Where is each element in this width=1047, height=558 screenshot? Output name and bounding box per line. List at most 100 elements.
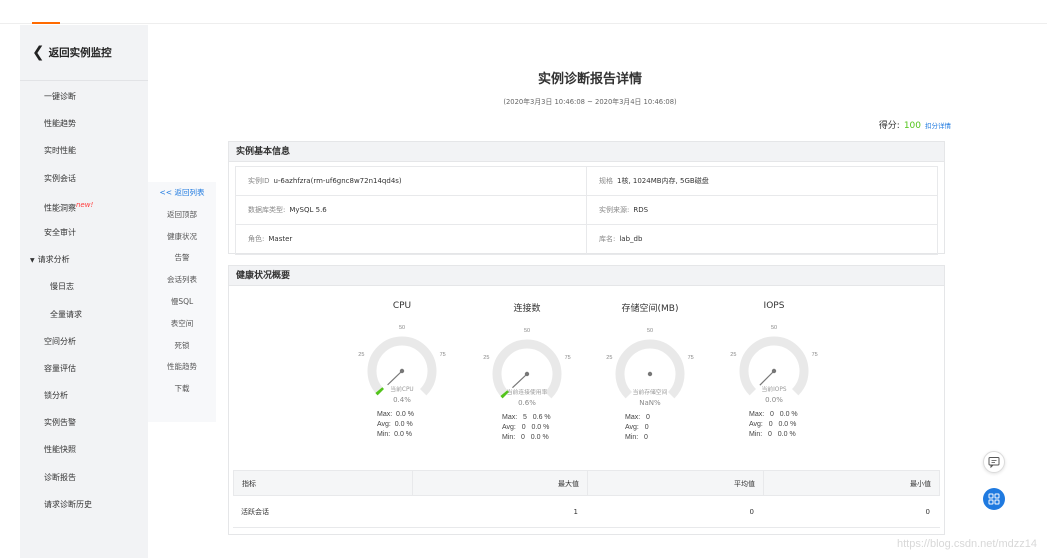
sidebar-item-performance-trend[interactable]: 性能趋势 xyxy=(20,110,148,137)
anchor-tablespace[interactable]: 表空间 xyxy=(148,313,216,335)
sidebar-item-space-analysis[interactable]: 空间分析 xyxy=(20,328,148,355)
gauge-inner-label: 当前存储空间 xyxy=(633,388,668,396)
sidebar-item-realtime-performance[interactable]: 实时性能 xyxy=(20,137,148,164)
gauge-track xyxy=(739,336,809,396)
sidebar-item-label: 请求诊断历史 xyxy=(44,499,92,509)
gauge-max: Max: 0 0.0 % xyxy=(749,411,798,418)
sidebar-item-instance-alerts[interactable]: 实例告警 xyxy=(20,409,148,436)
apps-button[interactable] xyxy=(983,488,1005,510)
sidebar-item-performance-insight[interactable]: 性能洞察new! xyxy=(20,192,148,219)
sidebar-item-slow-log[interactable]: 慢日志 xyxy=(20,273,148,300)
gauge-iops: IOPS 0255075100当前IOPS 0.0% Max: 0 0.0 %A… xyxy=(719,287,829,440)
gauge-tick-label: 50 xyxy=(771,325,777,331)
gauge-row: CPU 0255075100当前CPU 0.4% Max: 0.0 %Avg: … xyxy=(229,287,944,463)
sidebar-item-capacity-assessment[interactable]: 容量评估 xyxy=(20,355,148,382)
sidebar-item-label: 锁分析 xyxy=(44,391,68,401)
sidebar-item-label: 性能趋势 xyxy=(44,119,76,129)
gauge-tick-label: 25 xyxy=(483,355,489,361)
anchor-back-to-list[interactable]: << 返回列表 xyxy=(148,182,216,204)
back-to-monitor-button[interactable]: ❮ 返回实例监控 xyxy=(20,25,148,81)
info-value: u-6azhfzra(rm-uf6gnc8w72n14qd4s) xyxy=(273,177,402,185)
info-value: Master xyxy=(268,235,293,243)
sidebar-item-label: 性能快照 xyxy=(44,445,76,455)
sidebar-item-full-requests[interactable]: 全量请求 xyxy=(20,301,148,328)
info-row: 角色: Master 库名: lab_db xyxy=(236,225,937,254)
gauge-cpu: CPU 0255075100当前CPU 0.4% Max: 0.0 %Avg: … xyxy=(347,287,457,440)
report-time-range: (2020年3月3日 10:46:08 ~ 2020年3月4日 10:46:08… xyxy=(503,98,677,106)
gauge-tick-label: 25 xyxy=(730,352,736,358)
sidebar-item-label: 一键诊断 xyxy=(44,92,76,101)
cell-min: 0 xyxy=(925,508,930,516)
gauge-title: 存储空间(MB) xyxy=(621,304,679,314)
info-cell-spec: 规格 1核, 1024MB内存, 5GB磁盘 xyxy=(586,167,937,195)
gauge-stats: Max: 0 0.0 % Avg: 0 0.0 % Min: 0 0.0 % xyxy=(719,410,829,440)
health-summary-section: 健康状况概要 CPU 0255075100当前CPU 0.4% Max: 0.0… xyxy=(228,265,945,535)
info-key: 实例来源: xyxy=(599,206,630,214)
info-key: 角色: xyxy=(248,235,265,243)
score-value: 100 xyxy=(903,121,921,131)
sidebar-item-security-audit[interactable]: 安全审计 xyxy=(20,219,148,246)
gauge-tick-label: 25 xyxy=(358,352,364,358)
sidebar-item-lock-analysis[interactable]: 锁分析 xyxy=(20,382,148,409)
gauge-tick-label: 25 xyxy=(606,355,612,361)
table-row: 活跃会话 1 0 0 xyxy=(233,496,940,528)
gauge-connections: 连接数 0255075100当前连接使用率 0.6% Max: 5 0.6 %A… xyxy=(472,287,582,443)
new-badge: new! xyxy=(76,200,94,209)
sidebar-item-label: 实时性能 xyxy=(44,146,76,156)
section-title: 健康状况概要 xyxy=(229,266,944,286)
info-value: RDS xyxy=(633,206,649,214)
sidebar-item-one-click-diagnosis[interactable]: 一键诊断 xyxy=(20,83,148,110)
gauge-percent: 0.6% xyxy=(518,399,536,407)
watermark: https://blog.csdn.net/mdzz14 xyxy=(896,538,1037,550)
gauge-min: Min: 0 0.0 % xyxy=(749,431,796,438)
gauge-hub xyxy=(771,368,777,374)
anchor-health-status[interactable]: 健康状况 xyxy=(148,226,216,248)
anchor-slow-sql[interactable]: 慢SQL xyxy=(148,291,216,313)
section-title: 实例基本信息 xyxy=(229,142,944,162)
column-header-min[interactable]: 最小值 xyxy=(763,471,939,495)
chat-button[interactable] xyxy=(983,451,1005,473)
chat-icon xyxy=(988,457,1000,468)
gauge-track xyxy=(615,339,685,399)
gauge-dial: 0255075100当前CPU xyxy=(358,325,446,396)
sidebar-group-request-analysis[interactable]: ▼ 请求分析 xyxy=(20,246,148,273)
column-header-avg[interactable]: 平均值 xyxy=(587,471,763,495)
info-row: 实例ID u-6azhfzra(rm-uf6gnc8w72n14qd4s) 规格 1… xyxy=(236,167,937,196)
anchor-performance-trend[interactable]: 性能趋势 xyxy=(148,356,216,378)
top-accent-bar xyxy=(32,22,60,24)
anchor-alerts[interactable]: 告警 xyxy=(148,247,216,269)
gauge-hub xyxy=(524,371,530,377)
anchor-download[interactable]: 下载 xyxy=(148,378,216,400)
column-header-max[interactable]: 最大值 xyxy=(412,471,587,495)
sidebar-item-diagnosis-report[interactable]: 诊断报告 xyxy=(20,464,148,491)
gauge-track xyxy=(492,339,562,399)
sidebar-item-performance-snapshot[interactable]: 性能快照 xyxy=(20,436,148,463)
metrics-table: 指标 最大值 平均值 最小值 活跃会话 1 0 0 xyxy=(233,470,940,528)
gauge-max: Max: 5 0.6 % xyxy=(502,414,551,421)
sidebar-item-label: 实例告警 xyxy=(44,418,76,428)
info-cell-db-type: 数据库类型: MySQL 5.6 xyxy=(236,196,586,224)
gauge-pointer xyxy=(387,370,403,386)
basic-info-grid: 实例ID u-6azhfzra(rm-uf6gnc8w72n14qd4s) 规格 1… xyxy=(235,166,938,255)
info-key: 库名: xyxy=(599,235,616,243)
instance-basic-info-section: 实例基本信息 实例ID u-6azhfzra(rm-uf6gnc8w72n14qd… xyxy=(228,141,945,255)
sidebar: ❮ 返回实例监控 一键诊断 性能趋势 实时性能 实例会话 性能洞察new! 安全… xyxy=(20,25,148,558)
gauge-pointer xyxy=(512,373,528,389)
sidebar-item-instance-sessions[interactable]: 实例会话 xyxy=(20,165,148,192)
cell-max: 1 xyxy=(573,508,578,516)
gauge-tick-label: 50 xyxy=(647,328,653,334)
anchor-deadlock[interactable]: 死锁 xyxy=(148,335,216,357)
anchor-session-list[interactable]: 会话列表 xyxy=(148,269,216,291)
gauge-dial: 0255075100当前IOPS xyxy=(730,325,818,396)
score-detail-link[interactable]: 扣分详情 xyxy=(925,122,951,130)
info-key: 数据库类型: xyxy=(248,206,286,214)
gauge-max: Max: 0.0 % xyxy=(377,411,414,418)
anchor-back-to-top[interactable]: 返回顶部 xyxy=(148,204,216,226)
back-label: 返回实例监控 xyxy=(48,47,112,59)
gauge-tick-label: 75 xyxy=(565,355,571,361)
sidebar-item-label: 容量评估 xyxy=(44,363,76,373)
caret-down-icon: ▼ xyxy=(30,257,35,265)
sidebar-item-request-diagnosis-history[interactable]: 请求诊断历史 xyxy=(20,491,148,518)
info-key: 规格 xyxy=(599,177,613,185)
gauge-tick-label: 50 xyxy=(399,325,405,331)
